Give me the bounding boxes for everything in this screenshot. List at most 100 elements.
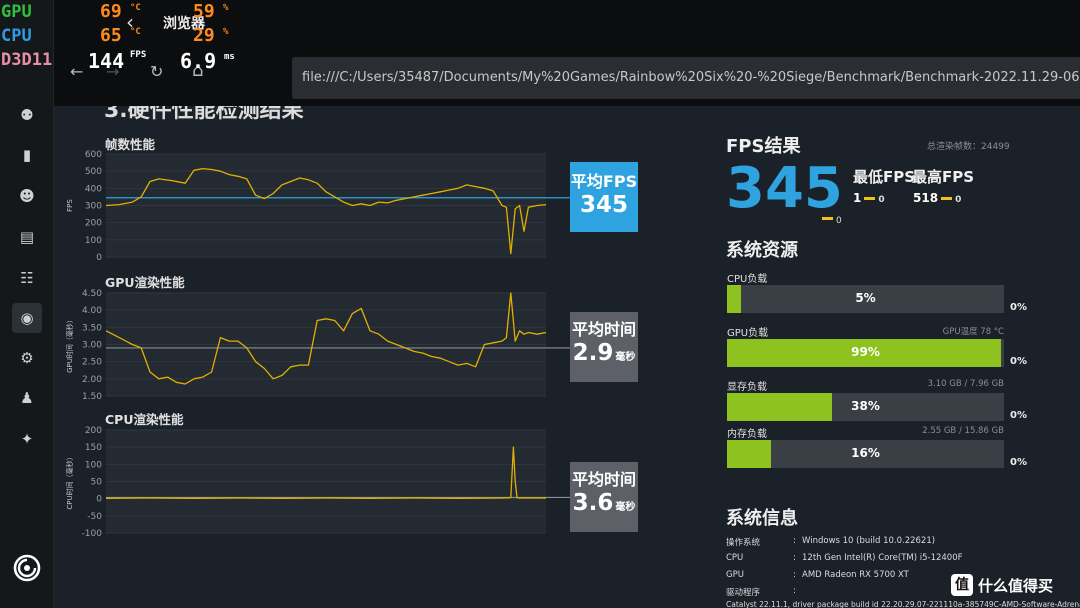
avg-cpu-time-badge: 平均时间 3.6 毫秒 (570, 462, 638, 532)
info-colon: : (793, 536, 796, 546)
resource-percent: 38% (851, 399, 880, 413)
max-fps-label: 最高FPS (912, 168, 975, 186)
osd-fps: 144 (88, 49, 125, 73)
resource-detail: 3.10 GB / 7.96 GB (927, 379, 1004, 389)
watermark: 值 什么值得买 (951, 572, 1053, 598)
y-axis-label: CPU时间（毫秒） (65, 453, 74, 509)
watermark-text: 什么值得买 (978, 576, 1054, 595)
globe-icon[interactable]: ◉ (12, 303, 42, 333)
y-tick-label: -100 (82, 529, 103, 539)
address-bar[interactable]: file:///C:/Users/35487/Documents/My%20Ga… (292, 57, 1080, 99)
info-colon: : (793, 553, 796, 563)
resource-baseline: 0% (1010, 410, 1027, 421)
performance-overlay: GPU CPU D3D11 69 °C 59 % 65 °C 29 % 144 … (0, 0, 240, 80)
resource-percent: 16% (851, 446, 880, 460)
info-key: 驱动程序 (726, 588, 761, 598)
yellow-marker-icon (822, 217, 833, 220)
resource-baseline: 0% (1010, 356, 1027, 367)
y-tick-label: 3.00 (82, 341, 102, 351)
y-tick-label: 0 (96, 253, 102, 263)
yellow-marker-icon (864, 197, 876, 200)
y-tick-label: 200 (85, 219, 102, 229)
avg-fps-badge-title: 平均FPS (570, 172, 638, 191)
info-value: AMD Radeon RX 5700 XT (802, 570, 909, 580)
app-window: ⚉ ▮ ☻ ▤ ☷ ◉ ⚙ ♟ ✦ ‹ 浏览器 ✕ ← → ↻ ⌂ file:/… (0, 0, 1080, 608)
avg-fps-zero: 0 (836, 216, 842, 226)
resource-label: 内存负载 (727, 429, 767, 440)
watermark-logo: 值 (951, 574, 973, 596)
max-fps-value: 518 0 (913, 191, 961, 205)
osd-cpu-label: CPU (1, 26, 32, 46)
fps-results-title: FPS结果 (726, 136, 801, 157)
info-key: 操作系统 (726, 538, 761, 548)
min-fps-label: 最低FPS (853, 168, 916, 186)
store-icon[interactable]: ☷ (12, 263, 42, 293)
osd-gpu-label: GPU (1, 2, 32, 22)
info-key: CPU (726, 553, 744, 563)
avg-cpu-time-badge-value: 3.6 (572, 490, 614, 516)
osd-frametime: 6.9 (180, 49, 217, 73)
y-tick-label: 50 (91, 478, 103, 488)
y-tick-label: 100 (85, 236, 102, 246)
resource-bar: 99% (727, 339, 1004, 367)
y-tick-label: 0 (96, 495, 102, 505)
avg-gpu-time-badge-value: 2.9 (572, 340, 614, 366)
avg-fps-marker: 0 (819, 208, 842, 227)
y-tick-label: 600 (85, 150, 102, 160)
info-key: GPU (726, 570, 744, 580)
resource-label: CPU负载 (727, 274, 768, 285)
system-info-title: 系统信息 (726, 508, 798, 529)
info-colon: : (793, 586, 796, 596)
y-tick-label: 200 (85, 426, 102, 436)
osd-gpu-load: 59 (193, 1, 215, 22)
osd-api-label: D3D11 (1, 50, 53, 70)
ubisoft-logo-icon[interactable] (12, 553, 42, 583)
y-tick-label: 4.00 (82, 306, 102, 316)
driver-version: Catalyst 22.11.1, driver package build i… (726, 600, 1080, 608)
wrench-icon[interactable]: ✦ (12, 424, 42, 454)
y-tick-label: 400 (85, 184, 102, 194)
min-fps-value: 10 (853, 191, 885, 205)
avg-fps-badge-value: 345 (579, 192, 628, 218)
osd-gpu-temp: 69 (100, 1, 122, 22)
resource-baseline: 0% (1010, 457, 1027, 468)
osd-frametime-unit: ms (224, 52, 235, 62)
library-icon[interactable]: ▤ (12, 222, 42, 252)
y-tick-label: 2.50 (82, 358, 102, 368)
resource-bar: 38% (727, 393, 1004, 421)
info-colon: : (793, 570, 796, 580)
resource-detail: 2.55 GB / 15.86 GB (922, 426, 1004, 436)
settings-icon[interactable]: ⚙ (12, 343, 42, 373)
osd-cpu-temp: 65 (100, 25, 122, 46)
total-frames: 总渲染帧数：24499 (927, 142, 1010, 152)
y-axis-label: FPS (66, 199, 74, 212)
max-fps-zero: 0 (955, 195, 962, 205)
resource-baseline: 0% (1010, 302, 1027, 313)
resources-title: 系统资源 (726, 240, 798, 261)
osd-fps-unit: FPS (130, 50, 147, 60)
avg-gpu-time-badge-title: 平均时间 (571, 320, 636, 339)
min-fps-zero: 0 (878, 195, 885, 205)
osd-cpu-temp-unit: °C (130, 27, 141, 37)
osd-cpu-load-unit: % (223, 27, 229, 37)
avg-cpu-time-badge-unit: 毫秒 (615, 502, 636, 513)
bell-icon[interactable]: ⚉ (12, 100, 42, 130)
resource-bar: 5% (727, 285, 1004, 313)
chat-icon[interactable]: ▮ (12, 140, 42, 170)
account-icon[interactable]: ♟ (12, 383, 42, 413)
avg-cpu-time-badge-title: 平均时间 (571, 470, 636, 489)
y-tick-label: 300 (85, 202, 102, 212)
yellow-marker-icon (941, 197, 953, 200)
friends-icon[interactable]: ☻ (12, 181, 42, 211)
avg-gpu-time-badge: 平均时间 2.9 毫秒 (570, 312, 638, 382)
max-fps-number: 518 (913, 191, 939, 205)
osd-cpu-load: 29 (193, 25, 215, 46)
y-tick-label: 4.50 (82, 289, 102, 299)
y-tick-label: -50 (87, 512, 102, 522)
avg-gpu-time-badge-unit: 毫秒 (615, 352, 636, 363)
avg-fps-badge: 平均FPS 345 (570, 162, 638, 232)
resource-percent: 99% (851, 345, 880, 359)
resource-bar: 16% (727, 440, 1004, 468)
info-value: 12th Gen Intel(R) Core(TM) i5-12400F (802, 553, 963, 563)
resource-label: 显存负载 (727, 382, 767, 393)
